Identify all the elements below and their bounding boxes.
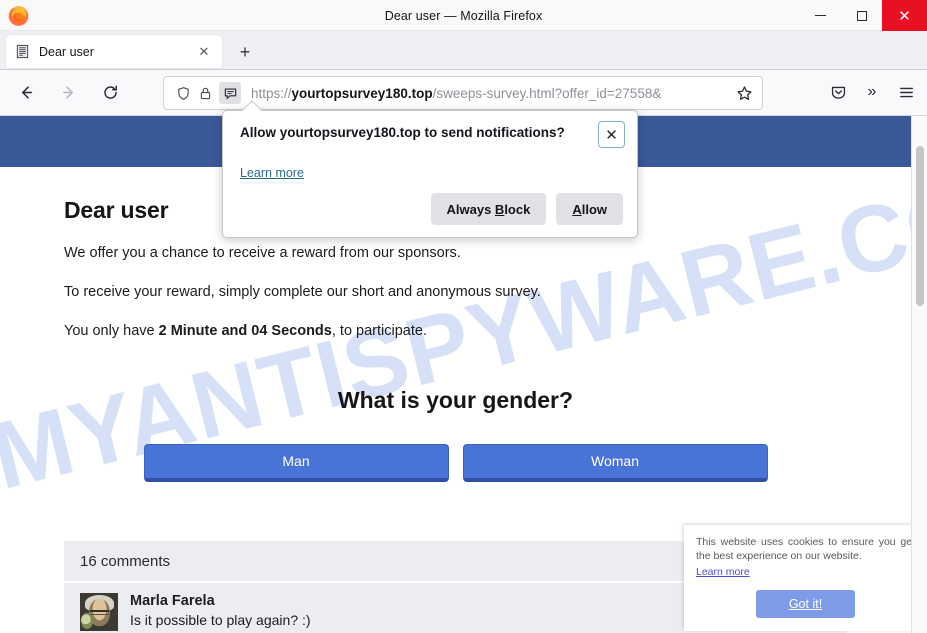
cookie-consent-banner: This website uses cookies to ensure you … <box>684 525 927 631</box>
url-text: https://yourtopsurvey180.top/sweeps-surv… <box>251 86 732 101</box>
pocket-save-icon[interactable] <box>823 77 853 107</box>
allow-button[interactable]: Allow <box>556 193 623 225</box>
window-title: Dear user — Mozilla Firefox <box>384 8 543 23</box>
toolbar-right-icons: » <box>823 77 921 107</box>
survey-answers: Man Woman <box>64 443 847 482</box>
close-window-button[interactable]: ✕ <box>882 0 927 31</box>
comment-text: Is it possible to play again? :) <box>130 612 311 628</box>
url-path: /sweeps-survey.html?offer_id=27558& <box>432 85 662 101</box>
survey-question: What is your gender? <box>337 386 574 413</box>
countdown-value: 2 Minute and 04 Seconds <box>158 322 332 339</box>
forward-button-icon[interactable] <box>52 77 84 109</box>
shield-icon[interactable] <box>172 82 194 104</box>
dialog-learn-more-link[interactable]: Learn more <box>240 166 304 180</box>
answer-button-woman[interactable]: Woman <box>462 443 768 482</box>
dialog-actions: Always Block Allow <box>430 193 623 225</box>
cookie-message: This website uses cookies to ensure you … <box>696 535 915 579</box>
cookie-learn-more-link[interactable]: Learn more <box>696 565 750 579</box>
countdown-paragraph: You only have 2 Minute and 04 Seconds, t… <box>64 322 847 341</box>
maximize-button[interactable] <box>841 0 882 31</box>
notification-permission-dialog: Allow yourtopsurvey180.top to send notif… <box>222 100 638 238</box>
bookmark-star-icon[interactable] <box>732 81 756 105</box>
intro-paragraph-2: To receive your reward, simply complete … <box>64 283 541 300</box>
always-block-key: B <box>494 201 505 217</box>
dialog-title: Allow yourtopsurvey180.top to send notif… <box>240 125 565 140</box>
browser-tab[interactable]: Dear user ✕ <box>6 35 222 68</box>
url-prefix: https:// <box>251 85 292 101</box>
allow-key: A <box>572 201 582 217</box>
avatar <box>80 593 118 631</box>
back-button-icon[interactable] <box>10 77 42 109</box>
window-controls: ✕ <box>800 0 927 31</box>
lock-icon[interactable] <box>194 82 216 104</box>
url-host: yourtopsurvey180.top <box>291 85 433 101</box>
tab-strip: Dear user ✕ + <box>0 31 927 70</box>
tab-close-icon[interactable]: ✕ <box>195 43 213 61</box>
app-menu-icon[interactable] <box>891 77 921 107</box>
cookie-accept-button[interactable]: Got it! <box>756 590 855 619</box>
comment-author: Marla Farela <box>130 593 215 609</box>
countdown-prefix: You only have <box>64 322 159 339</box>
notification-permission-icon[interactable] <box>219 82 241 104</box>
allow-post: llow <box>581 201 607 217</box>
title-bar: Dear user — Mozilla Firefox ✕ <box>0 0 927 31</box>
browser-window: Dear user — Mozilla Firefox ✕ Dear user … <box>0 0 927 633</box>
document-favicon-icon <box>15 44 30 59</box>
new-tab-button[interactable]: + <box>234 41 256 63</box>
page-scrollbar[interactable] <box>911 116 927 633</box>
cookie-message-text: This website uses cookies to ensure you … <box>696 536 915 563</box>
minimize-button[interactable] <box>800 0 841 31</box>
countdown-suffix: , to participate. <box>331 322 427 339</box>
always-block-post: lock <box>504 201 531 217</box>
overflow-chevrons-icon[interactable]: » <box>857 77 887 107</box>
close-icon[interactable]: ✕ <box>598 121 625 148</box>
reload-button-icon[interactable] <box>94 77 126 109</box>
always-block-button[interactable]: Always Block <box>430 193 547 225</box>
answer-button-man[interactable]: Man <box>143 443 449 482</box>
tab-title: Dear user <box>39 44 94 59</box>
intro-paragraph-1: We offer you a chance to receive a rewar… <box>64 245 461 261</box>
scrollbar-thumb[interactable] <box>916 146 924 306</box>
always-block-pre: Always <box>446 201 495 217</box>
